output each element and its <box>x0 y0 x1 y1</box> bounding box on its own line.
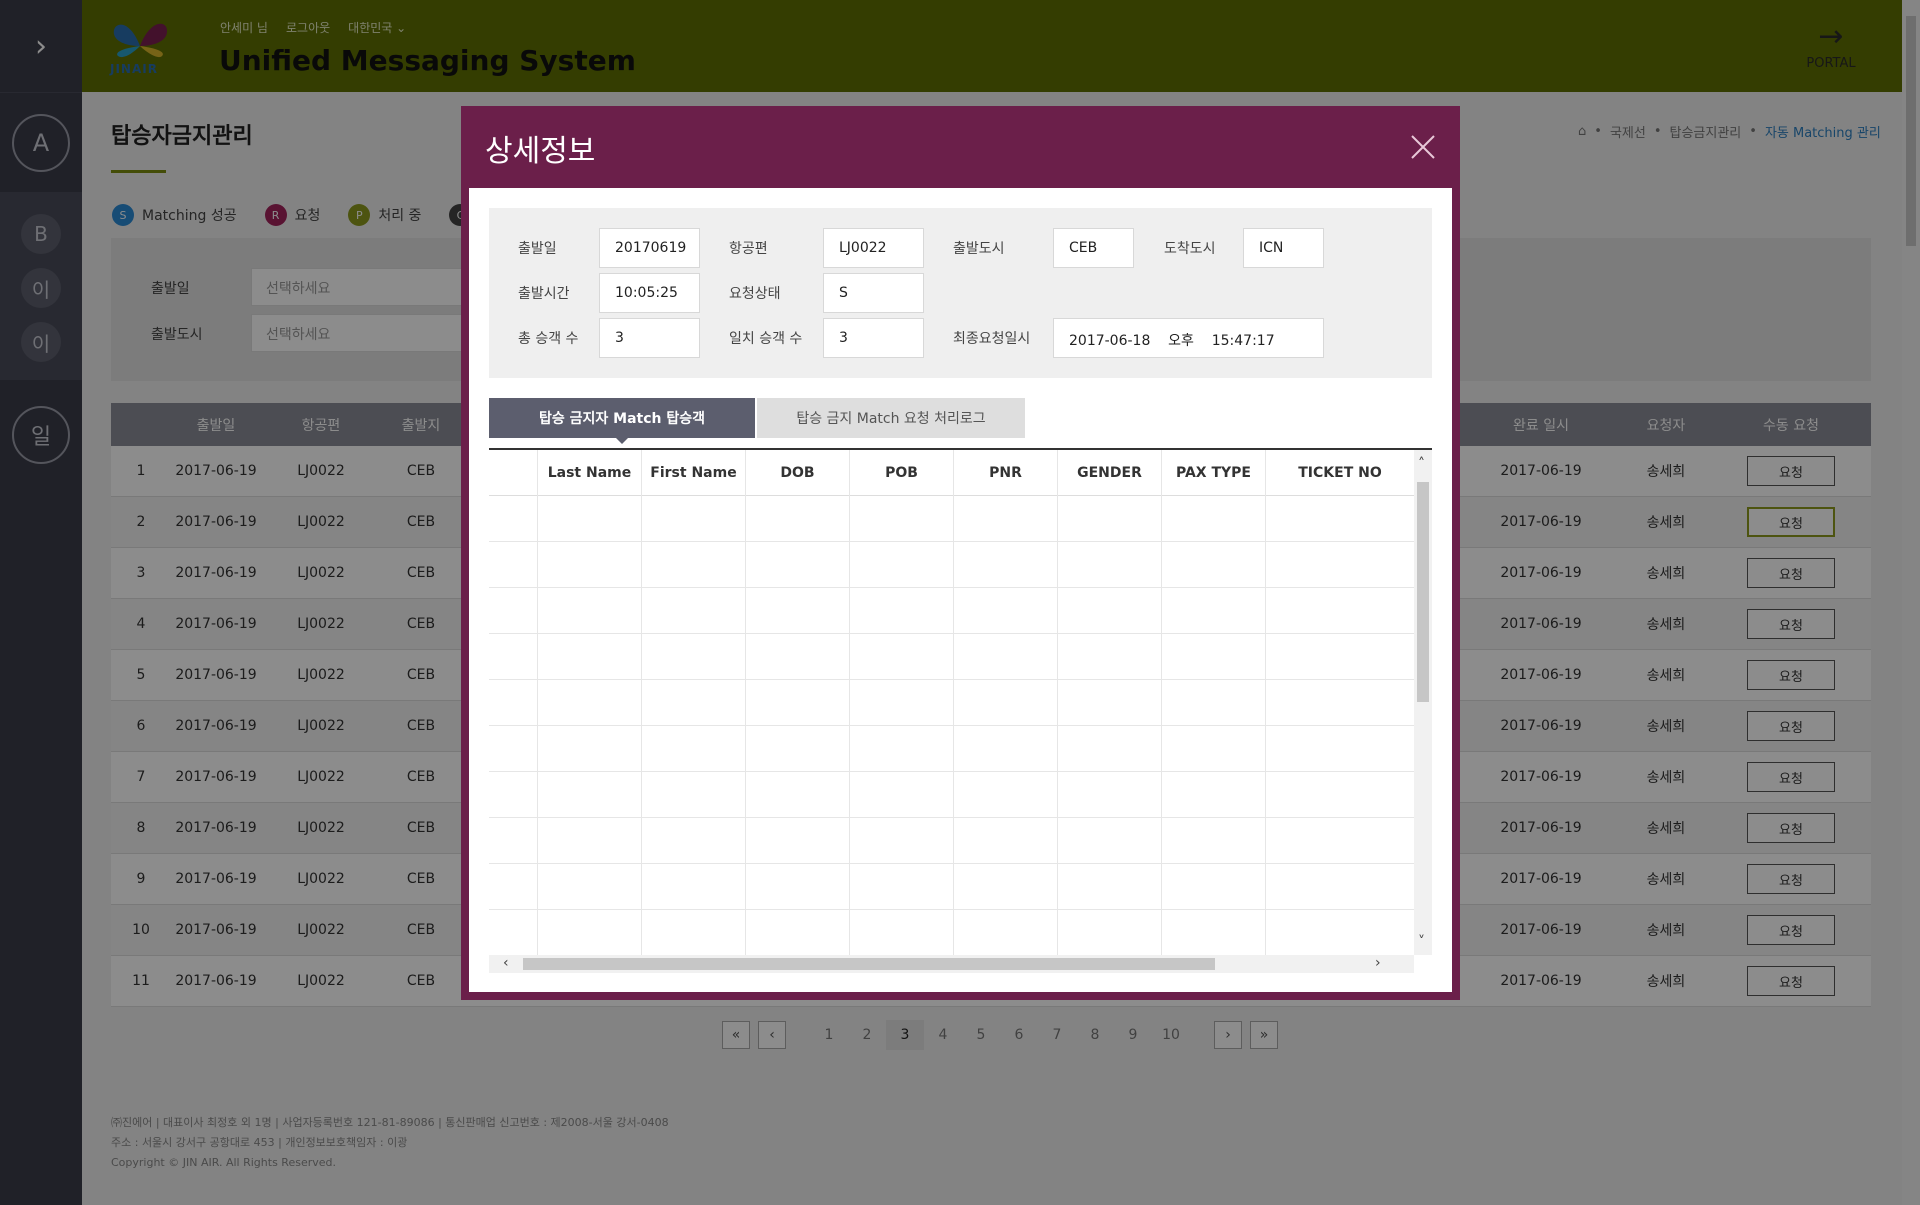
grid-row[interactable] <box>489 910 1414 956</box>
grid-header-last-name[interactable]: Last Name <box>537 450 641 496</box>
grid-row[interactable] <box>489 496 1414 542</box>
grid-row[interactable] <box>489 542 1414 588</box>
grid-header-pnr[interactable]: PNR <box>953 450 1057 496</box>
grid-hscroll-thumb[interactable] <box>523 958 1215 970</box>
scroll-left-icon[interactable]: ‹ <box>503 955 509 971</box>
scroll-down-icon[interactable]: ˅ <box>1418 934 1425 950</box>
grid-header-first-name[interactable]: First Name <box>641 450 745 496</box>
flight-label: 항공편 <box>729 241 768 257</box>
app-root: › A B 이 이 일 JINAIR 안세미 님 로그아웃 대한민국 ⌄ Uni… <box>0 0 1920 1205</box>
grid-vertical-scrollbar[interactable]: ˄ ˅ <box>1414 450 1432 955</box>
grid-header-ticket-no[interactable]: TICKET NO <box>1265 450 1414 496</box>
grid-header-pax-type[interactable]: PAX TYPE <box>1161 450 1265 496</box>
status-field[interactable]: S <box>823 273 924 313</box>
match-pax-field[interactable]: 3 <box>823 318 924 358</box>
dep-time-label: 출발시간 <box>518 286 570 302</box>
dep-date-field[interactable]: 20170619 <box>599 228 700 268</box>
modal-title: 상세정보 <box>485 134 596 169</box>
dep-time-field[interactable]: 10:05:25 <box>599 273 700 313</box>
modal-body: 출발일 20170619 항공편 LJ0022 출발도시 CEB 도착도시 IC… <box>469 188 1452 992</box>
dep-date-label: 출발일 <box>518 241 557 257</box>
close-icon <box>1411 135 1435 159</box>
scroll-up-icon[interactable]: ˄ <box>1418 456 1425 472</box>
active-tab-pointer <box>616 438 628 444</box>
flight-field[interactable]: LJ0022 <box>823 228 924 268</box>
grid-row[interactable] <box>489 864 1414 910</box>
last-request-field[interactable]: 2017-06-18 오후 15:47:17 <box>1053 318 1324 358</box>
total-pax-field[interactable]: 3 <box>599 318 700 358</box>
grid-row[interactable] <box>489 680 1414 726</box>
grid-row[interactable] <box>489 634 1414 680</box>
grid-header-dob[interactable]: DOB <box>745 450 849 496</box>
match-pax-label: 일치 승객 수 <box>729 331 803 347</box>
modal-close-button[interactable] <box>1406 130 1440 164</box>
grid-row[interactable] <box>489 726 1414 772</box>
tab-label: 탑승 금지 Match 요청 처리로그 <box>796 411 986 427</box>
scroll-right-icon[interactable]: › <box>1375 955 1381 971</box>
grid-row[interactable] <box>489 588 1414 634</box>
arr-city-field[interactable]: ICN <box>1243 228 1324 268</box>
tab-label: 탑승 금지자 Match 탑승객 <box>539 411 705 427</box>
grid-header-gender[interactable]: GENDER <box>1057 450 1161 496</box>
grid-row[interactable] <box>489 772 1414 818</box>
grid-row[interactable] <box>489 818 1414 864</box>
grid-horizontal-scrollbar[interactable]: ‹ › <box>489 955 1414 973</box>
total-pax-label: 총 승객 수 <box>518 331 579 347</box>
arr-city-label: 도착도시 <box>1164 241 1216 257</box>
last-request-label: 최종요청일시 <box>953 331 1031 347</box>
grid-header: Last Name First Name DOB POB PNR GENDER PAX TY… <box>489 450 1414 496</box>
dep-city-label: 출발도시 <box>953 241 1005 257</box>
dep-city-field[interactable]: CEB <box>1053 228 1134 268</box>
status-label: 요청상태 <box>729 286 781 302</box>
tab-match-passengers[interactable]: 탑승 금지자 Match 탑승객 <box>489 398 755 444</box>
grid-vscroll-thumb[interactable] <box>1417 482 1429 702</box>
detail-info-panel: 출발일 20170619 항공편 LJ0022 출발도시 CEB 도착도시 IC… <box>489 208 1432 378</box>
tab-request-log[interactable]: 탑승 금지 Match 요청 처리로그 <box>757 398 1025 438</box>
grid-header-pob[interactable]: POB <box>849 450 953 496</box>
detail-modal: 상세정보 출발일 20170619 항공편 LJ0022 출발도시 CEB 도착… <box>461 106 1460 1000</box>
grid-header-check[interactable] <box>489 450 537 496</box>
passenger-grid: Last Name First Name DOB POB PNR GENDER PAX TY… <box>489 448 1432 973</box>
